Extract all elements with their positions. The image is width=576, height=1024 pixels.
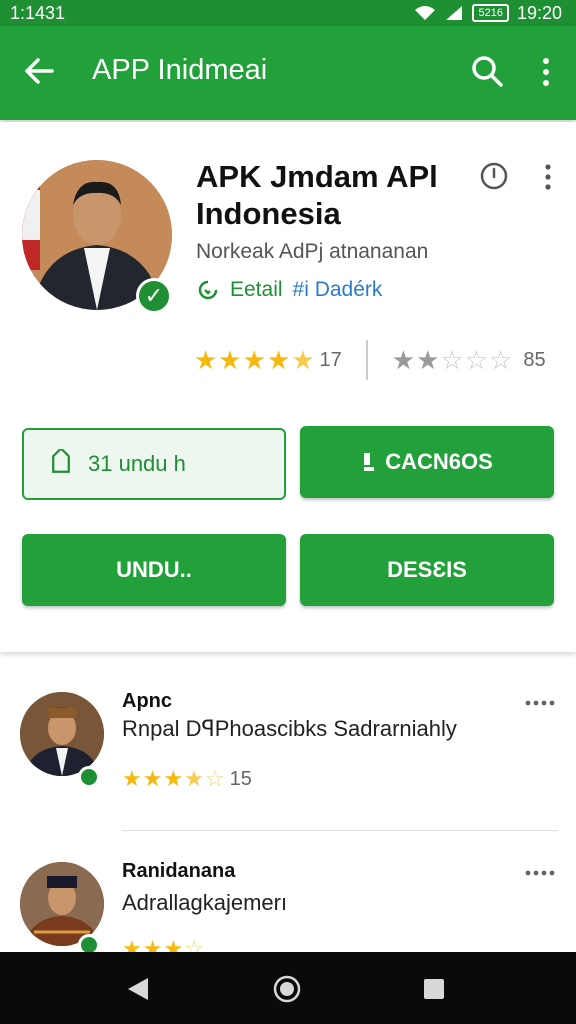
list-item[interactable]: Ranidanana Adrallagkajemerı ★★★☆ <box>0 834 576 952</box>
rating-divider <box>365 340 368 380</box>
publisher-name[interactable]: Norkeak AdPj atnananan <box>196 240 428 264</box>
review-text: Adrallagkajemerı <box>122 890 288 915</box>
tag-icon <box>52 449 70 473</box>
undu-label: UNDU.. <box>116 557 192 582</box>
status-bar: 1:1431 5216 19:20 <box>0 0 576 26</box>
system-nav-bar <box>0 952 576 1024</box>
review-text: Rnpal DꟼPhoascibks Sadrarniahly <box>122 716 457 741</box>
status-icons: 5216 19:20 <box>414 3 562 24</box>
download-count-button[interactable]: 31 undu h <box>22 428 286 500</box>
review-more-icon[interactable] <box>524 698 556 708</box>
download-count-label: 31 undu h <box>88 451 186 476</box>
status-time-right: 19:20 <box>516 2 562 23</box>
card-more-icon[interactable] <box>538 162 558 192</box>
rating-count-left: 17 <box>319 348 342 371</box>
more-vert-icon[interactable] <box>534 56 558 88</box>
deseis-label: DESƐIS <box>387 557 467 582</box>
back-arrow-icon[interactable] <box>22 54 56 88</box>
rating-row: ★★★★★ 17 ★★☆☆☆ 85 <box>194 340 546 380</box>
reviewer-avatar <box>20 692 104 776</box>
wifi-icon <box>415 6 436 20</box>
refresh-check-icon <box>198 280 218 300</box>
review-rating: ★★★★☆ 15 <box>122 766 252 792</box>
verified-label: Eetail <box>230 278 283 301</box>
nav-back-icon[interactable] <box>126 976 150 1002</box>
primary-action-button[interactable]: CACN6OS <box>300 426 554 498</box>
verified-row: Eetail #i Dadérk <box>196 278 382 302</box>
detail-link[interactable]: #i Dadérk <box>293 278 383 302</box>
app-detail-card: ✓ APK Jmdam APl Indonesia Norkeak AdPj a… <box>0 122 576 652</box>
list-item[interactable]: Apnc Rnpal DꟼPhoascibks Sadrarniahly ★★★… <box>0 662 576 831</box>
primary-action-label: CACN6OS <box>385 449 493 474</box>
review-stars: ★★★☆ <box>122 936 205 952</box>
rating-stars-left: ★★★★★ <box>194 344 316 375</box>
search-icon[interactable] <box>470 54 504 88</box>
app-name: APK Jmdam APl Indonesia <box>196 159 438 231</box>
download-icon <box>364 453 375 471</box>
undu-button[interactable]: UNDU.. <box>22 534 286 606</box>
nav-recent-apps-icon[interactable] <box>422 977 446 1001</box>
review-rating-count: 15 <box>229 767 252 790</box>
review-rating: ★★★☆ <box>122 936 205 952</box>
list-divider <box>122 830 558 831</box>
online-status-dot <box>78 934 100 952</box>
review-more-icon[interactable] <box>524 868 556 878</box>
reviewer-name: Ranidanana <box>122 860 236 882</box>
signal-icon <box>446 6 463 20</box>
info-icon[interactable] <box>478 160 510 192</box>
deseis-button[interactable]: DESƐIS <box>300 534 554 606</box>
reviewer-name: Apnc <box>122 690 172 712</box>
rating-count-right: 85 <box>523 348 546 371</box>
online-status-dot <box>78 766 100 788</box>
app-bar: APP Inidmeai <box>0 26 576 120</box>
app-bar-title: APP Inidmeai <box>92 54 268 86</box>
nav-home-icon[interactable] <box>272 974 302 1004</box>
status-time-left: 1:1431 <box>10 2 66 23</box>
rating-stars-right: ★★☆☆☆ <box>391 344 514 375</box>
verified-badge-icon: ✓ <box>136 278 172 314</box>
review-stars: ★★★★☆ <box>122 766 226 791</box>
battery-icon: 5216 <box>472 4 509 22</box>
